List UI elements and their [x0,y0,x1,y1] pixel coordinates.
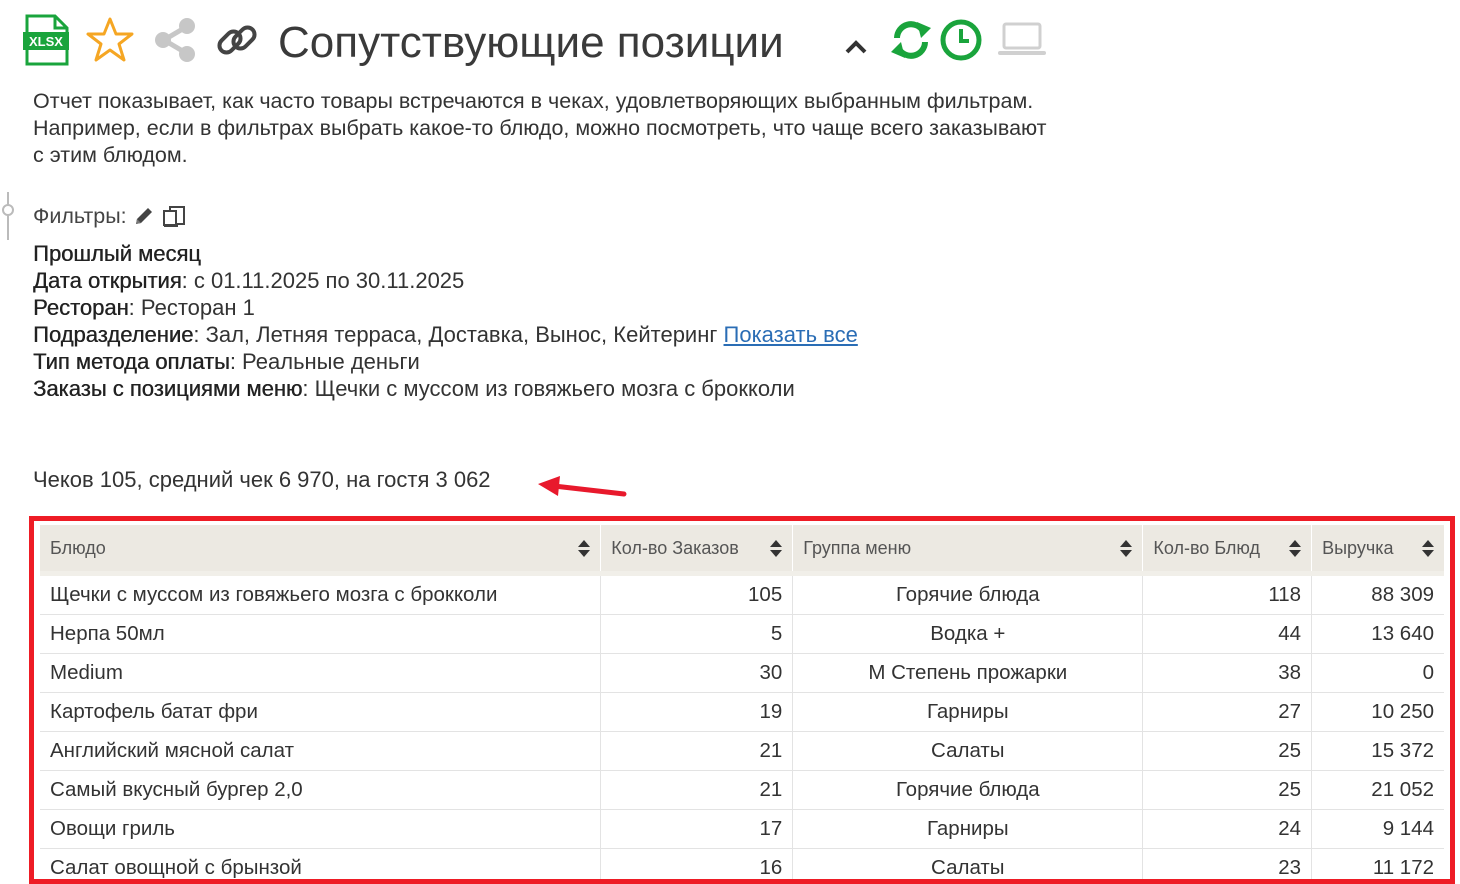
xlsx-export-icon[interactable]: XLSX [22,14,70,66]
chevron-up-icon[interactable] [840,26,872,66]
cell-dish: Английский мясной салат [40,732,601,771]
description-line: Например, если в фильтрах выбрать какое-… [33,115,1183,142]
highlight-frame: Блюдо Кол-во Заказов Группа меню Кол-во … [29,516,1455,884]
table-row: Самый вкусный бургер 2,021Горячие блюда2… [40,771,1444,810]
filter-department: Подразделение: Зал, Летняя терраса, Дост… [33,321,858,348]
side-resize-handle[interactable] [0,192,16,240]
filter-period: Прошлый месяц [33,240,858,267]
page-title: Сопутствующие позиции [278,14,784,72]
show-all-link[interactable]: Показать все [724,322,858,347]
table-row: Овощи гриль17Гарниры249 144 [40,810,1444,849]
cell-revenue: 21 052 [1312,771,1444,810]
cell-dish-count: 27 [1143,693,1312,732]
link-icon[interactable] [212,14,262,66]
sort-icon[interactable] [578,540,590,557]
filter-payment-type: Тип метода оплаты: Реальные деньги [33,348,858,375]
sort-icon[interactable] [1422,540,1434,557]
cell-revenue: 0 [1312,654,1444,693]
cell-menu-group: Гарниры [793,810,1143,849]
cell-orders: 30 [601,654,793,693]
column-header-revenue[interactable]: Выручка [1312,525,1444,574]
table-row: Салат овощной с брынзой16Салаты2311 172 [40,849,1444,884]
table-row: Картофель батат фри19Гарниры2710 250 [40,693,1444,732]
sort-icon[interactable] [1289,540,1301,557]
table-row: Щечки с муссом из говяжьего мозга с брок… [40,574,1444,615]
cell-menu-group: Горячие блюда [793,574,1143,615]
cell-menu-group: Салаты [793,732,1143,771]
laptop-icon[interactable] [994,14,1050,66]
copy-icon[interactable] [161,204,187,228]
cell-dish: Medium [40,654,601,693]
filters-label: Фильтры: [33,202,127,230]
cell-menu-group: M Степень прожарки [793,654,1143,693]
report-description: Отчет показывает, как часто товары встре… [33,88,1183,169]
filters-header: Фильтры: [33,202,187,230]
report-table: Блюдо Кол-во Заказов Группа меню Кол-во … [40,525,1444,884]
favorite-star-icon[interactable] [84,14,136,66]
cell-menu-group: Гарниры [793,693,1143,732]
filter-values: Прошлый месяц Дата открытия: с 01.11.202… [33,240,858,402]
column-header-orders[interactable]: Кол-во Заказов [601,525,793,574]
cell-dish-count: 23 [1143,849,1312,884]
filter-menu-items: Заказы с позициями меню: Щечки с муссом … [33,375,858,402]
column-header-dish-count[interactable]: Кол-во Блюд [1143,525,1312,574]
filter-restaurant: Ресторан: Ресторан 1 [33,294,858,321]
cell-orders: 19 [601,693,793,732]
cell-menu-group: Горячие блюда [793,771,1143,810]
cell-dish: Картофель батат фри [40,693,601,732]
cell-revenue: 10 250 [1312,693,1444,732]
column-header-dish[interactable]: Блюдо [40,525,601,574]
cell-revenue: 11 172 [1312,849,1444,884]
cell-orders: 21 [601,732,793,771]
sort-icon[interactable] [770,540,782,557]
refresh-icon[interactable] [888,14,934,66]
pencil-icon[interactable] [133,205,155,227]
cell-dish-count: 44 [1143,615,1312,654]
toolbar: XLSX Сопутствующие позиции [22,14,1122,74]
cell-menu-group: Водка + [793,615,1143,654]
clock-icon[interactable] [938,14,984,66]
cell-revenue: 13 640 [1312,615,1444,654]
annotation-arrow-icon [536,474,628,502]
sort-icon[interactable] [1120,540,1132,557]
cell-dish-count: 25 [1143,771,1312,810]
description-line: с этим блюдом. [33,142,1183,169]
cell-dish: Овощи гриль [40,810,601,849]
cell-dish-count: 24 [1143,810,1312,849]
cell-dish: Салат овощной с брынзой [40,849,601,884]
filter-open-date: Дата открытия: с 01.11.2025 по 30.11.202… [33,267,858,294]
description-line: Отчет показывает, как часто товары встре… [33,88,1183,115]
column-header-menu-group[interactable]: Группа меню [793,525,1143,574]
cell-orders: 5 [601,615,793,654]
summary-text: Чеков 105, средний чек 6 970, на гостя 3… [33,466,491,494]
cell-dish: Самый вкусный бургер 2,0 [40,771,601,810]
cell-orders: 105 [601,574,793,615]
cell-orders: 16 [601,849,793,884]
table-row: Medium30M Степень прожарки380 [40,654,1444,693]
cell-revenue: 88 309 [1312,574,1444,615]
cell-menu-group: Салаты [793,849,1143,884]
cell-dish-count: 118 [1143,574,1312,615]
cell-dish: Щечки с муссом из говяжьего мозга с брок… [40,574,601,615]
share-icon[interactable] [150,14,200,66]
cell-dish-count: 38 [1143,654,1312,693]
cell-dish-count: 25 [1143,732,1312,771]
table-header-row: Блюдо Кол-во Заказов Группа меню Кол-во … [40,525,1444,574]
cell-revenue: 15 372 [1312,732,1444,771]
table-row: Нерпа 50мл5Водка +4413 640 [40,615,1444,654]
table-row: Английский мясной салат21Салаты2515 372 [40,732,1444,771]
cell-orders: 21 [601,771,793,810]
xlsx-label: XLSX [29,34,63,49]
cell-orders: 17 [601,810,793,849]
cell-revenue: 9 144 [1312,810,1444,849]
cell-dish: Нерпа 50мл [40,615,601,654]
